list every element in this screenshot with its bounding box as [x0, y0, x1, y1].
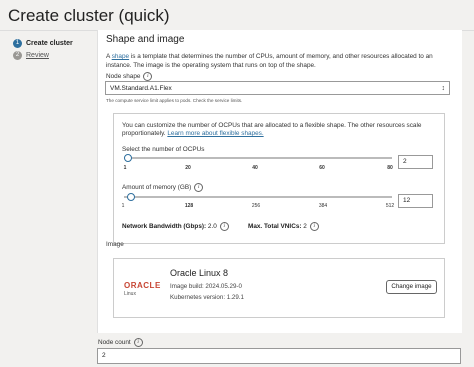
ocpu-tick: 60	[319, 165, 325, 171]
change-image-button[interactable]: Change image	[386, 280, 437, 294]
flex-description: You can customize the number of OCPUs th…	[122, 122, 440, 138]
memory-slider-thumb[interactable]	[126, 193, 135, 201]
shape-link[interactable]: shape	[112, 53, 129, 60]
memory-label-text: Amount of memory (GB)	[122, 184, 192, 192]
step-label: Review	[26, 52, 49, 59]
memory-tick: 1	[121, 203, 125, 209]
max-vnics-value: 2	[303, 223, 307, 231]
ocpu-label: Select the number of OCPUs	[122, 146, 205, 153]
info-icon[interactable]: i	[133, 338, 143, 347]
step-create-cluster[interactable]: 1 Create cluster	[13, 39, 73, 48]
flexible-shapes-link[interactable]: Learn more about flexible shapes.	[167, 130, 263, 137]
step-review[interactable]: 2 Review	[13, 51, 49, 60]
desc-text: is a template that determines the number…	[106, 53, 433, 69]
oracle-logo: ORACLE	[124, 281, 161, 290]
node-count-input[interactable]: 2	[97, 348, 461, 364]
step-label: Create cluster	[26, 40, 73, 47]
max-vnics: Max. Total VNICs: 2i	[248, 222, 319, 231]
section-description: A shape is a template that determines th…	[106, 52, 444, 70]
kubernetes-version: Kubernetes version: 1.29.1	[170, 294, 244, 301]
image-label: Image	[106, 241, 124, 248]
info-icon[interactable]: i	[309, 222, 319, 231]
node-shape-value: VM.Standard.A1.Flex	[110, 85, 172, 92]
node-shape-label: Node shape i	[106, 72, 153, 81]
ocpu-tick: 80	[387, 165, 393, 171]
step-number-badge: 1	[13, 39, 22, 48]
node-count-label-text: Node count	[98, 339, 131, 347]
node-count-label: Node count i	[98, 338, 143, 347]
info-icon[interactable]: i	[143, 72, 153, 81]
memory-tick: 128	[184, 203, 194, 209]
ocpu-tick: 1	[123, 165, 127, 171]
memory-label: Amount of memory (GB) i	[122, 183, 204, 192]
node-shape-label-text: Node shape	[106, 73, 141, 81]
info-icon[interactable]: i	[219, 222, 229, 231]
node-shape-hint: The compute service limit applies to pod…	[106, 98, 243, 103]
oracle-logo-sub: Linux	[124, 291, 136, 297]
memory-tick: 384	[318, 203, 328, 209]
image-build: Image build: 2024.05.29-0	[170, 283, 242, 290]
ocpu-tick: 40	[252, 165, 258, 171]
section-title: Shape and image	[106, 34, 185, 45]
network-bandwidth-value: 2.0	[207, 223, 217, 231]
memory-input[interactable]: 12	[398, 194, 433, 208]
step-number-badge: 2	[13, 51, 22, 60]
memory-slider-track[interactable]	[124, 196, 392, 198]
network-bandwidth: Network Bandwidth (Gbps): 2.0 i	[122, 222, 229, 231]
ocpu-slider-track[interactable]	[124, 157, 392, 159]
network-bandwidth-label: Network Bandwidth (Gbps):	[122, 223, 207, 231]
memory-tick: 512	[385, 203, 395, 209]
page-title: Create cluster (quick)	[8, 6, 170, 25]
ocpu-input[interactable]: 2	[398, 155, 433, 169]
image-name: Oracle Linux 8	[170, 268, 229, 278]
info-icon[interactable]: i	[194, 183, 204, 192]
chevron-updown-icon: ↕	[441, 85, 446, 92]
node-shape-select[interactable]: VM.Standard.A1.Flex ↕	[105, 81, 450, 95]
ocpu-tick: 20	[185, 165, 191, 171]
memory-tick: 256	[251, 203, 261, 209]
max-vnics-label: Max. Total VNICs:	[248, 223, 302, 231]
